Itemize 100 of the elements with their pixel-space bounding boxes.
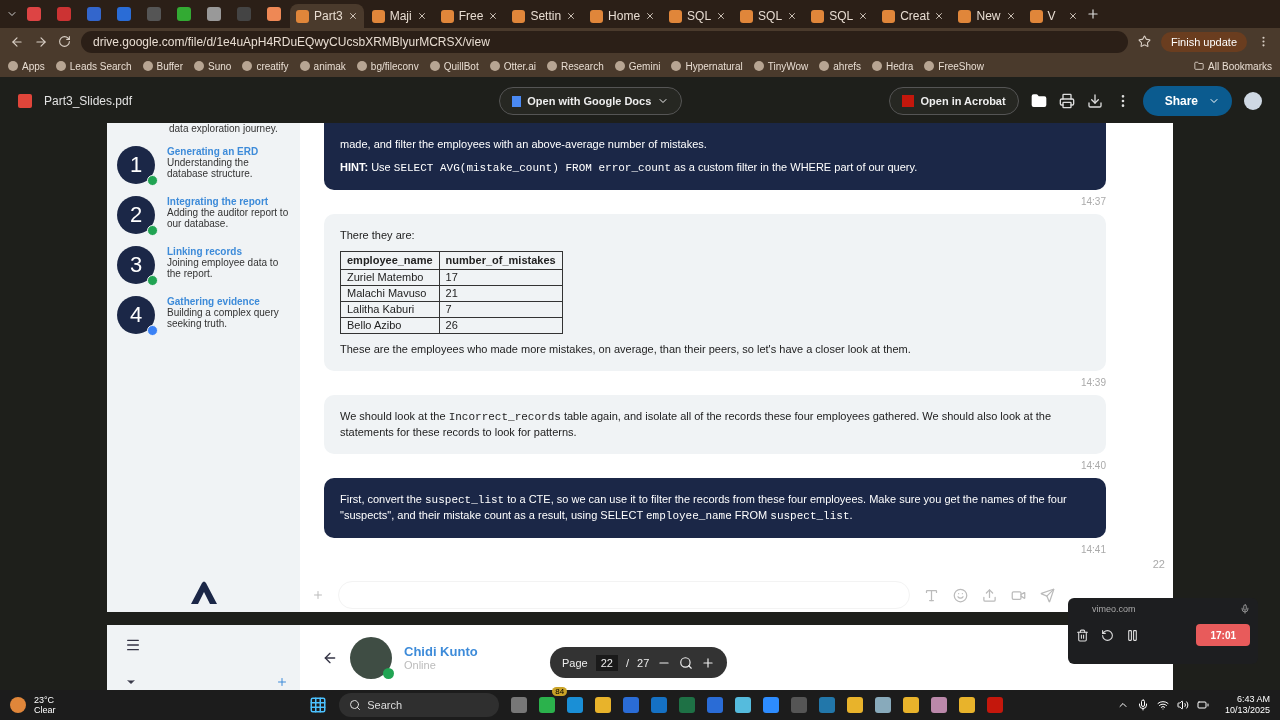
mic-icon — [1240, 604, 1250, 614]
bookmark-link[interactable]: Research — [546, 60, 604, 72]
step-title: Generating an ERD — [167, 146, 260, 158]
share-button[interactable]: Share — [1142, 86, 1232, 117]
browser-tab[interactable]: V — [1023, 4, 1084, 28]
close-icon[interactable] — [347, 11, 358, 21]
browser-tab[interactable]: New — [952, 4, 1022, 28]
browser-tab[interactable]: SQL — [734, 4, 804, 28]
bookmark-link[interactable]: Hedra — [872, 60, 914, 72]
step-title: Integrating the report — [167, 196, 269, 208]
close-icon[interactable] — [566, 11, 577, 21]
start-icon[interactable] — [309, 696, 328, 715]
page-input[interactable]: 22 — [595, 654, 618, 671]
bookmark-link[interactable]: Leads Search — [55, 60, 132, 72]
bookmark-link[interactable]: Gemini — [614, 60, 661, 72]
browser-tab[interactable]: Home — [584, 4, 662, 28]
close-icon[interactable] — [934, 11, 945, 21]
online-dot — [383, 667, 394, 679]
open-with-google-docs-button[interactable]: Open with Google Docs — [499, 87, 683, 116]
browser-tab[interactable]: SQL — [805, 4, 875, 28]
taskbar-search[interactable]: Search — [339, 693, 500, 718]
bookmark-icon — [489, 61, 500, 72]
bookmark-link[interactable]: QuillBot — [429, 60, 479, 72]
message-text: HINT: Use SELECT AVG(mistake_count) FROM error_count as a custom filter in the WHERE part of our query. — [340, 160, 919, 177]
bookmark-link[interactable]: Apps — [8, 60, 45, 72]
taskbar-app-icon[interactable] — [875, 697, 892, 714]
pause-icon[interactable] — [1126, 628, 1139, 642]
browser-tab[interactable]: SQL — [663, 4, 733, 28]
clock-date: 10/13/2025 — [1224, 705, 1270, 717]
browser-tab[interactable]: Settin — [506, 4, 583, 28]
browser-tab[interactable]: Free — [434, 4, 505, 28]
contact-status: Online — [404, 659, 437, 672]
close-icon[interactable] — [1005, 11, 1016, 21]
favicon-icon — [958, 9, 972, 23]
print-icon[interactable] — [1058, 93, 1075, 110]
browser-tab[interactable]: Maji — [365, 4, 433, 28]
taskbar-app-icon[interactable] — [567, 697, 584, 714]
bookmark-link[interactable]: Suno — [194, 60, 232, 72]
taskbar-app-icon[interactable] — [763, 697, 780, 714]
notification-badge: 84 — [552, 687, 568, 697]
bookmark-icon — [194, 61, 204, 72]
close-icon[interactable] — [645, 11, 656, 21]
bookmark-link[interactable]: animak — [299, 60, 346, 72]
bookmark-link[interactable]: ahrefs — [819, 60, 862, 72]
step-description: Understanding the database structure. — [167, 157, 254, 180]
battery-icon — [1196, 699, 1209, 712]
open-in-acrobat-button[interactable]: Open in Acrobat — [889, 87, 1019, 116]
taskbar-app-icon[interactable] — [903, 697, 920, 714]
taskbar-app-icon[interactable] — [735, 697, 752, 714]
browser-tab[interactable]: Creat — [876, 4, 951, 28]
weather-condition: Clear — [34, 705, 56, 716]
taskbar-app-icon[interactable] — [539, 697, 556, 714]
new-tab-icon[interactable] — [1085, 7, 1100, 21]
table-cell: Zuriel Matembo — [340, 269, 440, 286]
bookmark-star-icon[interactable] — [1137, 35, 1151, 49]
reload-icon[interactable] — [58, 35, 71, 49]
finish-update-button[interactable]: Finish update — [1160, 31, 1247, 52]
bookmark-link[interactable]: TinyWow — [753, 60, 809, 72]
bookmark-link[interactable]: bg/fileconv — [356, 60, 419, 72]
taskbar-app-icon[interactable] — [511, 697, 528, 714]
bookmark-link[interactable]: creatify — [242, 60, 289, 72]
bookmark-link[interactable]: FreeShow — [924, 60, 984, 72]
logo-icon — [188, 580, 219, 607]
weather-icon — [10, 697, 26, 714]
download-icon[interactable] — [1086, 93, 1103, 110]
forward-icon[interactable] — [34, 34, 48, 49]
bookmark-link[interactable]: Hypernatural — [671, 60, 743, 72]
account-avatar[interactable] — [1244, 92, 1262, 111]
step-description: Joining employee data to the report. — [167, 257, 280, 280]
taskbar-app-icon[interactable] — [959, 697, 976, 714]
bookmark-link[interactable]: Buffer — [142, 60, 183, 72]
taskbar-app-icon[interactable] — [595, 697, 612, 714]
folder-icon[interactable] — [1030, 93, 1047, 110]
message-text: These are the employees who made more mistakes, on average, than their peers, so let's have a closer look at them. — [340, 342, 912, 358]
close-icon[interactable] — [787, 11, 798, 21]
favicon-icon — [512, 9, 526, 23]
taskbar-app-icon[interactable] — [847, 697, 864, 714]
table-cell: Malachi Mavuso — [340, 285, 440, 302]
close-icon[interactable] — [858, 11, 869, 21]
close-icon[interactable] — [1067, 11, 1078, 21]
all-bookmarks-link[interactable]: All Bookmarks — [1194, 60, 1272, 72]
back-icon[interactable] — [10, 34, 24, 49]
table-cell: 17 — [439, 269, 563, 286]
taskbar-app-icon[interactable] — [931, 697, 948, 714]
delete-icon[interactable] — [1076, 628, 1089, 642]
message-time: 14:40 — [1080, 460, 1106, 472]
address-field[interactable]: drive.google.com/file/d/1e4uApH4RDuEQwyCUcsbXRMBlyurMCRSX/view — [81, 30, 1128, 53]
close-icon[interactable] — [716, 11, 727, 21]
message-text: We should look at the Incorrect_records table again, and isolate all of the records these four employees gathered. We should also look at the statements for these records to look for patterns. — [340, 409, 1053, 441]
favicon-icon — [590, 9, 604, 23]
page-total: 27 — [637, 656, 650, 669]
bookmark-link[interactable]: Otter.ai — [489, 60, 536, 72]
message-time: 14:41 — [1080, 544, 1106, 556]
close-icon[interactable] — [416, 11, 427, 21]
restart-icon[interactable] — [1101, 628, 1114, 642]
close-icon[interactable] — [488, 11, 499, 21]
search-icon[interactable] — [679, 655, 694, 670]
bookmark-icon — [55, 61, 66, 72]
browser-tab[interactable]: Part3 — [290, 4, 364, 28]
zoom-in-icon[interactable] — [701, 655, 716, 670]
